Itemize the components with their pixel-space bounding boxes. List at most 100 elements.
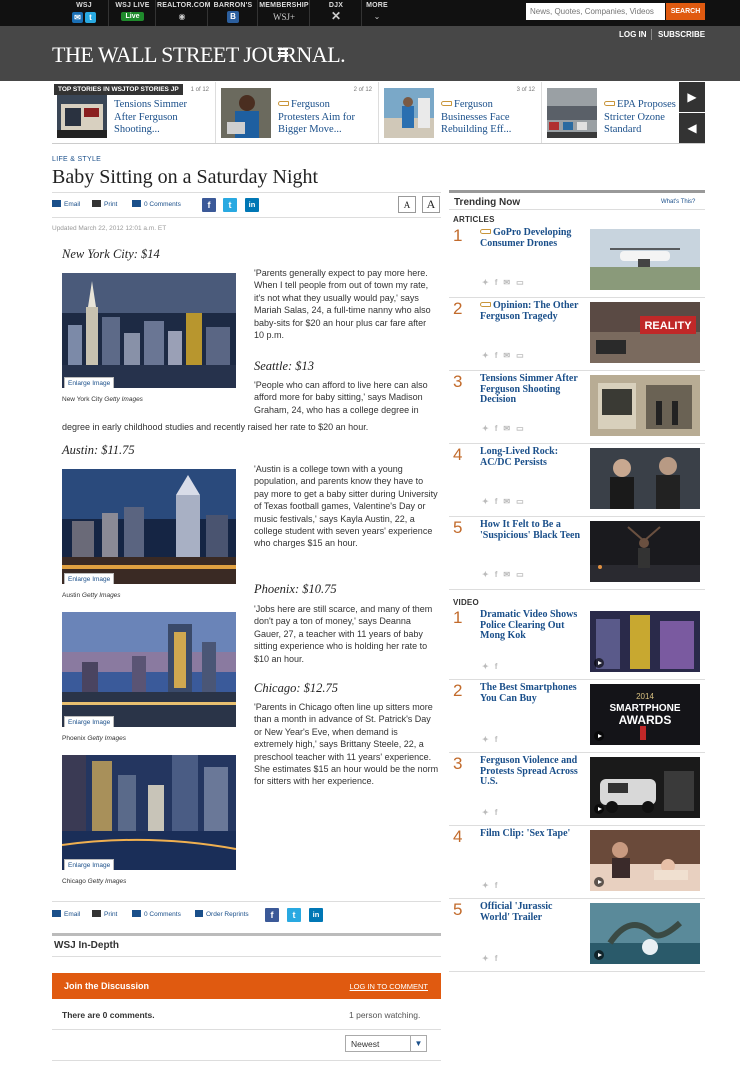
section-label[interactable]: LIFE & STYLE	[52, 156, 101, 163]
search-button[interactable]: SEARCH	[666, 3, 705, 20]
facebook-icon[interactable]: f	[495, 570, 498, 579]
facebook-icon[interactable]: f	[495, 662, 498, 671]
story-card[interactable]: 3 of 12 Ferguson Businesses Face Rebuild…	[378, 82, 540, 143]
network-barrons[interactable]: BARRON'S B	[209, 0, 258, 26]
twitter-icon[interactable]: ✦	[482, 881, 489, 890]
trending-video[interactable]: 4 Film Clip: 'Sex Tape' ✦ f	[449, 826, 705, 899]
comment-icon[interactable]: ▭	[516, 278, 524, 287]
carousel-next-button[interactable]: ▶	[679, 82, 705, 112]
facebook-icon[interactable]: f	[495, 881, 498, 890]
sort-select[interactable]: Newest ▼	[345, 1035, 427, 1052]
menu-icon[interactable]	[278, 48, 288, 57]
login-to-comment-link[interactable]: LOG IN TO COMMENT	[350, 982, 428, 991]
facebook-icon[interactable]: f	[495, 954, 498, 963]
wsj-logo[interactable]: THE WALL STREET JOURNAL.	[52, 42, 346, 68]
facebook-icon[interactable]: f	[495, 351, 498, 360]
enlarge-image-button[interactable]: Enlarge Image	[64, 377, 115, 388]
play-icon[interactable]	[594, 950, 604, 960]
twitter-icon[interactable]: ✦	[482, 497, 489, 506]
facebook-icon[interactable]: f	[495, 735, 498, 744]
comment-icon[interactable]: ▭	[516, 351, 524, 360]
order-reprints-link[interactable]: Order Reprints	[195, 910, 249, 918]
twitter-icon[interactable]: t	[85, 12, 96, 23]
story-card[interactable]: EPA Proposes Stricter Ozone Standard	[541, 82, 678, 143]
network-wsj-live[interactable]: WSJ LIVE Live	[110, 0, 156, 26]
email-icon[interactable]: ✉	[503, 351, 510, 360]
login-link[interactable]: LOG IN	[619, 30, 647, 39]
trending-article[interactable]: 3 Tensions Simmer After Ferguson Shootin…	[449, 371, 705, 444]
divider	[52, 933, 441, 936]
trending-headline: How It Felt to Be a 'Suspicious' Black T…	[480, 519, 581, 541]
enlarge-image-button[interactable]: Enlarge Image	[64, 859, 115, 870]
print-link[interactable]: Print	[92, 910, 117, 918]
comment-icon[interactable]: ▭	[516, 497, 524, 506]
facebook-icon[interactable]: f	[495, 424, 498, 433]
play-icon[interactable]	[594, 731, 604, 741]
trending-thumbnail	[590, 521, 700, 582]
network-realtor[interactable]: REALTOR.COM ◉	[157, 0, 210, 26]
trending-headline: Film Clip: 'Sex Tape'	[480, 828, 571, 839]
email-link[interactable]: Email	[52, 200, 80, 208]
watching-count: 1 person watching.	[349, 1010, 421, 1020]
trending-article[interactable]: 2 Opinion: The Other Ferguson Tragedy ✦ f…	[449, 298, 705, 371]
twitter-icon[interactable]: t	[287, 908, 301, 922]
linkedin-icon[interactable]: in	[245, 198, 259, 212]
facebook-icon[interactable]: f	[495, 808, 498, 817]
print-link[interactable]: Print	[92, 200, 117, 208]
play-icon[interactable]	[594, 658, 604, 668]
comments-link[interactable]: 0 Comments	[132, 200, 181, 208]
trending-article[interactable]: 5 How It Felt to Be a 'Suspicious' Black…	[449, 517, 705, 590]
play-icon[interactable]	[594, 877, 604, 887]
email-icon[interactable]: ✉	[72, 12, 83, 23]
trending-video[interactable]: 3 Ferguson Violence and Protests Spread …	[449, 753, 705, 826]
trending-video[interactable]: 1 Dramatic Video Shows Police Clearing O…	[449, 607, 705, 680]
carousel-prev-button[interactable]: ◀	[679, 113, 705, 143]
email-icon[interactable]: ✉	[503, 424, 510, 433]
trending-article[interactable]: 4 Long-Lived Rock: AC/DC Persists ✦ f ✉ ▭	[449, 444, 705, 517]
network-membership[interactable]: MEMBERSHIP WSJ+	[259, 0, 310, 26]
email-icon[interactable]: ✉	[503, 570, 510, 579]
facebook-icon[interactable]: f	[495, 497, 498, 506]
subscribe-link[interactable]: SUBSCRIBE	[658, 30, 705, 39]
enlarge-image-button[interactable]: Enlarge Image	[64, 716, 115, 727]
comments-link[interactable]: 0 Comments	[132, 910, 181, 918]
network-djx[interactable]: DJX ✕	[311, 0, 362, 26]
twitter-icon[interactable]: ✦	[482, 662, 489, 671]
divider	[52, 1060, 441, 1061]
comment-icon[interactable]: ▭	[516, 570, 524, 579]
trending-video[interactable]: 5 Official 'Jurassic World' Trailer ✦ f	[449, 899, 705, 972]
font-increase-button[interactable]: A	[422, 196, 440, 213]
play-icon[interactable]	[594, 804, 604, 814]
twitter-icon[interactable]: ✦	[482, 570, 489, 579]
paragraph: 'Jobs here are still scarce, and many of…	[254, 604, 433, 664]
network-wsj[interactable]: WSJ ✉ t	[60, 0, 109, 26]
photo-caption: Chicago Getty Images	[62, 878, 127, 885]
email-icon[interactable]: ✉	[503, 278, 510, 287]
twitter-icon[interactable]: t	[223, 198, 237, 212]
search-input[interactable]	[526, 3, 665, 20]
email-icon[interactable]: ✉	[503, 497, 510, 506]
comment-icon[interactable]: ▭	[516, 424, 524, 433]
enlarge-image-button[interactable]: Enlarge Image	[64, 573, 115, 584]
twitter-icon[interactable]: ✦	[482, 808, 489, 817]
twitter-icon[interactable]: ✦	[482, 351, 489, 360]
twitter-icon[interactable]: ✦	[482, 735, 489, 744]
twitter-icon[interactable]: ✦	[482, 278, 489, 287]
font-decrease-button[interactable]: A	[398, 196, 416, 213]
network-more[interactable]: MORE ⌄	[363, 0, 391, 26]
facebook-icon[interactable]: f	[202, 198, 216, 212]
story-card[interactable]: 2 of 12 Ferguson Protesters Aim for Bigg…	[215, 82, 377, 143]
trending-article[interactable]: 1 GoPro Developing Consumer Drones ✦ f ✉ ▭	[449, 225, 705, 298]
twitter-icon[interactable]: ✦	[482, 424, 489, 433]
discussion-title: Join the Discussion	[64, 981, 150, 991]
linkedin-icon[interactable]: in	[309, 908, 323, 922]
email-link[interactable]: Email	[52, 910, 80, 918]
facebook-icon[interactable]: f	[495, 278, 498, 287]
trending-headline: GoPro Developing Consumer Drones	[480, 227, 572, 249]
trending-thumbnail	[590, 448, 700, 509]
photo-caption: New York City Getty Images	[62, 396, 143, 403]
whats-this-link[interactable]: What's This?	[661, 199, 695, 205]
facebook-icon[interactable]: f	[265, 908, 279, 922]
trending-video[interactable]: 2 The Best Smartphones You Can Buy ✦ f 20…	[449, 680, 705, 753]
twitter-icon[interactable]: ✦	[482, 954, 489, 963]
